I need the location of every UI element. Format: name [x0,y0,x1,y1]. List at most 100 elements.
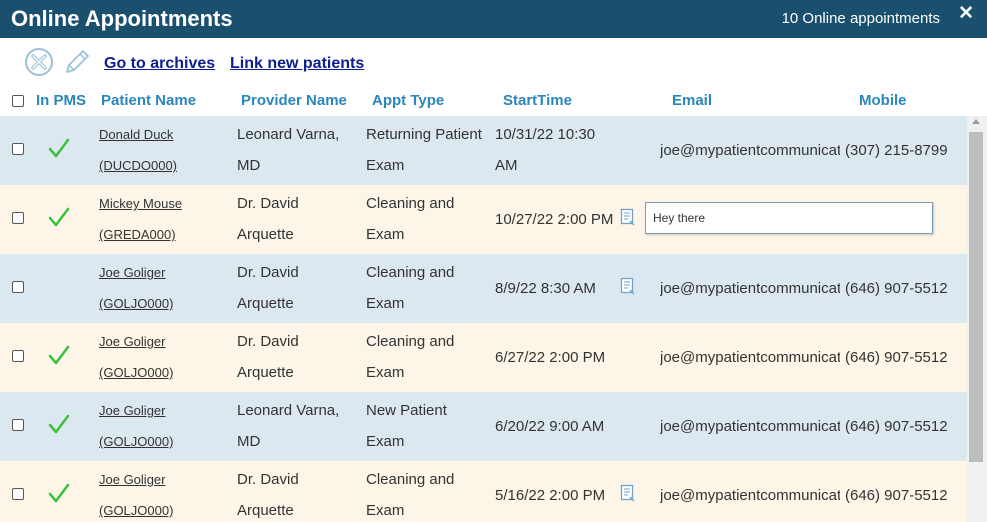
vertical-scrollbar[interactable] [967,116,987,522]
note-icon[interactable] [620,484,636,502]
patient-id-link[interactable]: (GOLJO000) [99,503,173,518]
link-new-patients-link[interactable]: Link new patients [230,55,364,73]
appt-type-line2: Exam [366,502,405,519]
go-to-archives-link[interactable]: Go to archives [104,55,215,73]
patient-id-link[interactable]: (GOLJO000) [99,296,173,311]
pencil-icon[interactable] [62,47,92,77]
patient-id-link[interactable]: (GREDA000) [99,227,176,242]
appt-type-line2: Exam [366,433,405,450]
column-appt-type[interactable]: Appt Type [372,92,444,109]
patient-name-cell[interactable]: Mickey Mouse (GREDA000) [99,188,182,250]
provider-line1: Dr. David [237,471,299,488]
patient-name-link[interactable]: Joe Goliger [99,265,165,280]
table-row[interactable]: Joe Goliger (GOLJO000) Dr. David Arquett… [0,254,967,323]
provider-line2: MD [237,433,261,450]
email-cell: joe@mypatientcommunicato [660,142,840,159]
patient-id-link[interactable]: (DUCDO000) [99,158,177,173]
start-time-cell: 6/27/22 2:00 PM [495,349,606,366]
select-all-checkbox[interactable] [12,95,24,107]
provider-line2: MD [237,157,261,174]
column-in-pms[interactable]: In PMS [36,92,86,109]
title-bar: Online Appointments 10 Online appointmen… [0,0,987,38]
start-time-cell: 10/27/22 2:00 PM [495,211,614,228]
appointment-count: 10 Online appointments [781,10,940,27]
toolbar: Go to archives Link new patients [0,38,987,84]
patient-name-link[interactable]: Joe Goliger [99,334,165,349]
table-header: In PMS Patient Name Provider Name Appt T… [0,84,987,116]
appt-type-cell: Cleaning and Exam [366,257,454,319]
provider-line2: Arquette [237,226,294,243]
patient-id-link[interactable]: (GOLJO000) [99,365,173,380]
column-email[interactable]: Email [672,92,712,109]
window-title: Online Appointments [11,6,233,31]
provider-name-cell: Dr. David Arquette [237,464,299,522]
provider-line1: Leonard Varna, [237,126,340,143]
check-icon [48,414,70,434]
email-cell: joe@mypatientcommunicato [660,418,840,435]
scroll-thumb[interactable] [969,132,983,462]
appt-type-cell: Cleaning and Exam [366,326,454,388]
appt-type-line1: Cleaning and [366,195,455,212]
row-checkbox[interactable] [12,488,24,500]
provider-name-cell: Leonard Varna, MD [237,395,339,457]
table-row[interactable]: Joe Goliger (GOLJO000) Dr. David Arquett… [0,323,967,392]
appt-type-cell: New Patient Exam [366,395,447,457]
row-checkbox[interactable] [12,143,24,155]
patient-name-link[interactable]: Joe Goliger [99,403,165,418]
patient-name-link[interactable]: Mickey Mouse [99,196,182,211]
start-time-cell: 8/9/22 8:30 AM [495,280,596,297]
column-start-time[interactable]: StartTime [503,92,572,109]
appt-type-line2: Exam [366,157,405,174]
table-row[interactable]: Donald Duck (DUCDO000) Leonard Varna, MD… [0,116,967,185]
row-checkbox[interactable] [12,350,24,362]
note-input[interactable] [645,202,933,234]
appt-type-line2: Exam [366,226,405,243]
note-icon[interactable] [620,277,636,295]
appt-type-line1: Cleaning and [366,333,455,350]
provider-line2: Arquette [237,364,294,381]
appt-type-line1: New Patient [366,402,447,419]
close-icon[interactable]: ✕ [958,2,974,25]
provider-name-cell: Leonard Varna, MD [237,119,339,181]
cancel-circle-icon[interactable] [24,47,54,77]
appt-type-line1: Returning Patient [366,126,482,143]
mobile-cell: (646) 907-5512 [845,280,948,297]
table-row[interactable]: Mickey Mouse (GREDA000) Dr. David Arquet… [0,185,967,254]
mobile-cell: (307) 215-8799 [845,142,948,159]
note-icon[interactable] [620,208,636,226]
patient-name-cell[interactable]: Joe Goliger (GOLJO000) [99,326,173,388]
appt-type-line1: Cleaning and [366,471,455,488]
table-row[interactable]: Joe Goliger (GOLJO000) Dr. David Arquett… [0,461,967,522]
provider-name-cell: Dr. David Arquette [237,188,299,250]
start-time-cell: 6/20/22 9:00 AM [495,418,605,435]
table-row[interactable]: Joe Goliger (GOLJO000) Leonard Varna, MD… [0,392,967,461]
row-checkbox[interactable] [12,281,24,293]
provider-line1: Dr. David [237,333,299,350]
row-checkbox[interactable] [12,419,24,431]
patient-name-link[interactable]: Donald Duck [99,127,173,142]
appt-type-line2: Exam [366,295,405,312]
patient-id-link[interactable]: (GOLJO000) [99,434,173,449]
appt-type-line2: Exam [366,364,405,381]
patient-name-cell[interactable]: Donald Duck (DUCDO000) [99,119,177,181]
column-mobile[interactable]: Mobile [859,92,907,109]
provider-name-cell: Dr. David Arquette [237,326,299,388]
appt-type-cell: Cleaning and Exam [366,464,454,522]
provider-line1: Leonard Varna, [237,402,340,419]
scroll-up-arrow-icon[interactable] [972,119,980,124]
start-time-cell: 10/31/22 10:30 AM [495,119,595,181]
provider-line1: Dr. David [237,195,299,212]
patient-name-cell[interactable]: Joe Goliger (GOLJO000) [99,395,173,457]
column-provider-name[interactable]: Provider Name [241,92,347,109]
email-cell: joe@mypatientcommunicato [660,349,840,366]
mobile-cell: (646) 907-5512 [845,487,948,504]
mobile-cell: (646) 907-5512 [845,349,948,366]
row-checkbox[interactable] [12,212,24,224]
check-icon [48,138,70,158]
appt-type-line1: Cleaning and [366,264,455,281]
check-icon [48,345,70,365]
patient-name-link[interactable]: Joe Goliger [99,472,165,487]
patient-name-cell[interactable]: Joe Goliger (GOLJO000) [99,257,173,319]
column-patient-name[interactable]: Patient Name [101,92,196,109]
patient-name-cell[interactable]: Joe Goliger (GOLJO000) [99,464,173,522]
